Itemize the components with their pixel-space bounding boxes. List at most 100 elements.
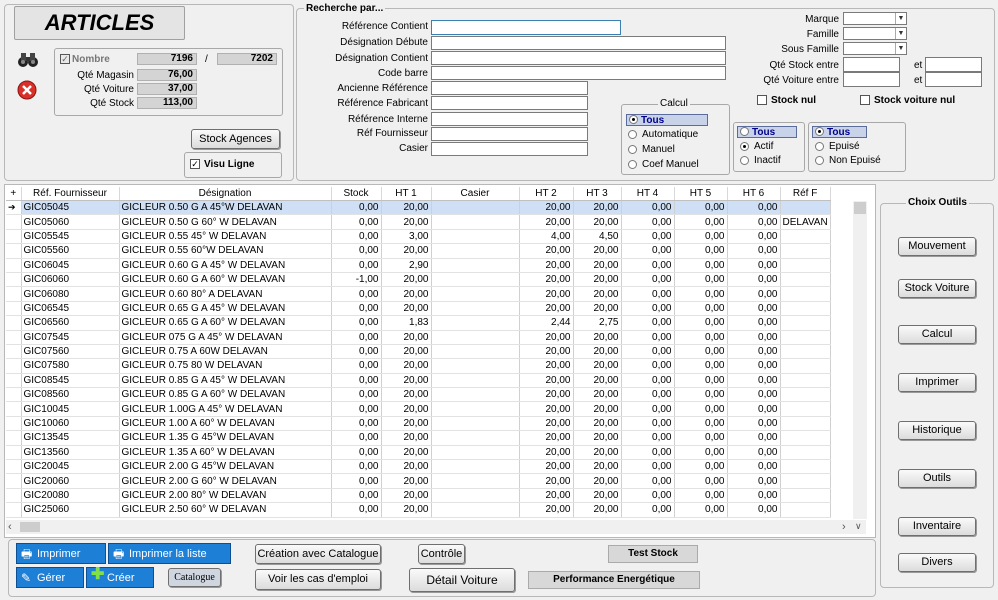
add-column-icon[interactable]: +	[6, 187, 22, 201]
column-header[interactable]: Désignation	[119, 187, 332, 201]
calcul-button[interactable]: Calcul	[898, 325, 976, 344]
column-header[interactable]: HT 1	[381, 187, 432, 201]
table-row[interactable]: GIC20060 GICLEUR 2.00 G 60° W DELAVAN 0,00…	[6, 473, 831, 489]
divers-button[interactable]: Divers	[898, 553, 976, 572]
epuise-option-non-epuise[interactable]: Non Epuisé	[829, 155, 881, 166]
column-header[interactable]: Casier	[431, 187, 520, 201]
column-header[interactable]: Stock	[331, 187, 382, 201]
scroll-thumb[interactable]	[854, 202, 866, 214]
calcul-radio-manuel[interactable]	[628, 145, 637, 154]
scroll-left-icon[interactable]: ‹	[8, 521, 12, 533]
designation-debute-input[interactable]	[431, 36, 726, 50]
table-row[interactable]: GIC06560 GICLEUR 0.65 G A 60° W DELAVAN 0,…	[6, 315, 831, 331]
calcul-option-automatique[interactable]: Automatique	[642, 129, 698, 140]
column-header[interactable]: HT 6	[727, 187, 781, 201]
table-row[interactable]: GIC07580 GICLEUR 0.75 80 W DELAVAN 0,00 20,…	[6, 358, 831, 374]
table-row[interactable]: GIC07545 GICLEUR 075 G A 45° W DELAVAN 0,0…	[6, 330, 831, 345]
epuise-option-epuise[interactable]: Epuisé	[829, 141, 860, 152]
etat-option-inactif[interactable]: Inactif	[754, 155, 781, 166]
table-row[interactable]: GIC08560 GICLEUR 0.85 G A 60° W DELAVAN 0,…	[6, 387, 831, 403]
column-header[interactable]: HT 3	[573, 187, 622, 201]
table-row[interactable]: GIC20045 GICLEUR 2.00 G 45°W DELAVAN 0,00 2…	[6, 459, 831, 475]
stock-voiture-button[interactable]: Stock Voiture	[898, 279, 976, 298]
table-row[interactable]: GIC20080 GICLEUR 2.00 80° W DELAVAN 0,00 20…	[6, 488, 831, 504]
voir-cas-emploi-button[interactable]: Voir les cas d'emploi	[255, 569, 381, 590]
epuise-option-tous[interactable]: Tous	[812, 126, 867, 138]
detail-voiture-button[interactable]: Détail Voiture	[409, 568, 515, 592]
creer-button[interactable]: ✚ Créer	[86, 567, 154, 588]
nombre-checkbox[interactable]: ✓	[60, 54, 70, 64]
column-header[interactable]: Réf. Fournisseur	[21, 187, 120, 201]
binoculars-icon[interactable]	[17, 52, 39, 68]
column-header[interactable]: HT 2	[519, 187, 574, 201]
etat-radio-inactif[interactable]	[740, 156, 749, 165]
code-barre-input[interactable]	[431, 66, 726, 80]
calcul-radio-automatique[interactable]	[628, 130, 637, 139]
ref-contient-input[interactable]	[431, 20, 621, 35]
sous-famille-select[interactable]: ▼	[843, 42, 907, 55]
table-row[interactable]: GIC06080 GICLEUR 0.60 80° A DELAVAN 0,00 20…	[6, 286, 831, 302]
stock-nul-checkbox[interactable]	[757, 95, 767, 105]
historique-button[interactable]: Historique	[898, 421, 976, 440]
vertical-scrollbar[interactable]	[853, 201, 867, 519]
epuise-radio-non-epuise[interactable]	[815, 156, 824, 165]
ancienne-ref-input[interactable]	[431, 81, 588, 95]
column-header[interactable]: Réf F	[780, 187, 831, 201]
catalogue-button[interactable]: Catalogue	[168, 568, 221, 587]
imprimer-blue-button[interactable]: 🖶 Imprimer	[16, 543, 106, 564]
inventaire-button[interactable]: Inventaire	[898, 517, 976, 536]
qte-voiture-min-input[interactable]	[843, 72, 900, 87]
qte-stock-min-input[interactable]	[843, 57, 900, 72]
famille-select[interactable]: ▼	[843, 27, 907, 40]
table-row[interactable]: GIC05060 GICLEUR 0.50 G 60° W DELAVAN 0,00…	[6, 214, 831, 230]
horizontal-scrollbar[interactable]: ‹ › ∨	[6, 520, 866, 534]
ref-fabricant-input[interactable]	[431, 96, 588, 110]
epuise-radio-epuise[interactable]	[815, 142, 824, 151]
ref-fournisseur-input[interactable]	[431, 127, 588, 141]
column-header[interactable]: HT 5	[674, 187, 728, 201]
table-row[interactable]: GIC06060 GICLEUR 0.60 G A 60° W DELAVAN -1…	[6, 272, 831, 288]
controle-button[interactable]: Contrôle	[418, 544, 465, 564]
marque-select[interactable]: ▼	[843, 12, 907, 25]
table-row[interactable]: GIC10060 GICLEUR 1.00 A 60° W DELAVAN 0,00…	[6, 416, 831, 432]
qte-voiture-max-input[interactable]	[925, 72, 982, 87]
outils-button[interactable]: Outils	[898, 469, 976, 488]
table-row[interactable]: GIC13545 GICLEUR 1.35 G 45°W DELAVAN 0,00 2…	[6, 430, 831, 446]
scroll-right-icon[interactable]: ›	[842, 521, 846, 533]
casier-input[interactable]	[431, 142, 588, 156]
calcul-option-manuel[interactable]: Manuel	[642, 144, 675, 155]
column-header[interactable]: HT 4	[621, 187, 675, 201]
table-row[interactable]: ➔ GIC05045 GICLEUR 0.50 G A 45°W DELAVAN 0,…	[6, 200, 831, 216]
table-row[interactable]: GIC05560 GICLEUR 0.55 60°W DELAVAN 0,00 20,…	[6, 243, 831, 259]
qte-stock-max-input[interactable]	[925, 57, 982, 72]
performance-energetique-button[interactable]: Performance Energétique	[528, 571, 700, 589]
calcul-option-tous[interactable]: Tous	[626, 114, 708, 126]
etat-option-tous[interactable]: Tous	[737, 126, 797, 138]
table-row[interactable]: GIC06045 GICLEUR 0.60 G A 45° W DELAVAN 0,…	[6, 258, 831, 273]
calcul-option-coef-manuel[interactable]: Coef Manuel	[642, 159, 699, 170]
stock-agences-button[interactable]: Stock Agences	[191, 129, 280, 149]
mouvement-button[interactable]: Mouvement	[898, 237, 976, 256]
table-row[interactable]: GIC05545 GICLEUR 0.55 45° W DELAVAN 0,00 3,…	[6, 229, 831, 245]
table-row[interactable]: GIC07560 GICLEUR 0.75 A 60W DELAVAN 0,00 20…	[6, 344, 831, 360]
creation-catalogue-button[interactable]: Création avec Catalogue	[255, 544, 381, 564]
table-row[interactable]: GIC06545 GICLEUR 0.65 G A 45° W DELAVAN 0,…	[6, 301, 831, 317]
calcul-radio-coef-manuel[interactable]	[628, 160, 637, 169]
imprimer-button[interactable]: Imprimer	[898, 373, 976, 392]
imprimer-liste-button[interactable]: 🖶 Imprimer la liste	[108, 543, 231, 564]
gerer-button[interactable]: ✎ Gérer	[16, 567, 84, 588]
scroll-down-icon[interactable]: ∨	[855, 521, 862, 532]
visu-ligne-checkbox[interactable]: ✓	[190, 159, 200, 169]
test-stock-button[interactable]: Test Stock	[608, 545, 698, 563]
etat-radio-actif[interactable]	[740, 142, 749, 151]
table-row[interactable]: GIC10045 GICLEUR 1.00G A 45° W DELAVAN 0,0…	[6, 401, 831, 417]
stock-voiture-nul-checkbox[interactable]	[860, 95, 870, 105]
table-row[interactable]: GIC08545 GICLEUR 0.85 G A 45° W DELAVAN 0,…	[6, 373, 831, 389]
close-icon[interactable]	[17, 80, 37, 100]
table-row[interactable]: GIC25060 GICLEUR 2.50 60° W DELAVAN 0,00 20…	[6, 502, 831, 518]
etat-option-actif[interactable]: Actif	[754, 141, 773, 152]
h-scroll-thumb[interactable]	[20, 522, 40, 532]
designation-contient-input[interactable]	[431, 51, 726, 65]
table-row[interactable]: GIC13560 GICLEUR 1.35 A 60° W DELAVAN 0,00…	[6, 445, 831, 461]
ref-interne-input[interactable]	[431, 112, 588, 126]
